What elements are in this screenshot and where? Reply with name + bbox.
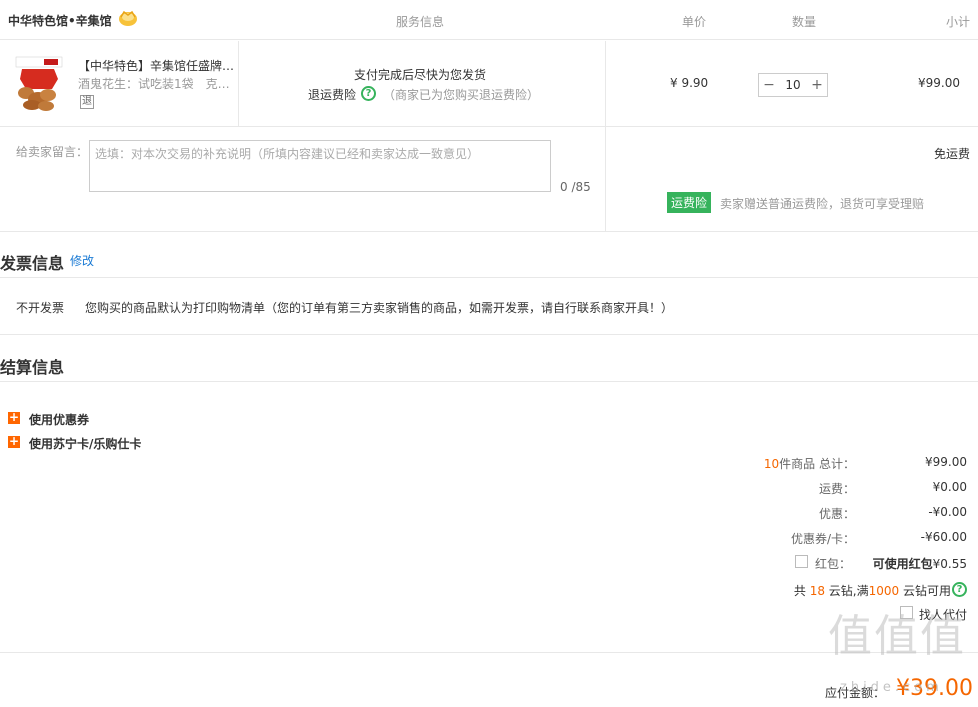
store-badge-icon	[119, 10, 137, 26]
shipping-fee-label: 运费：	[818, 482, 855, 496]
redpack-amount: ¥0.55	[932, 557, 967, 571]
shipping-insurance-tag: 运费险	[667, 192, 712, 213]
qty-minus-button[interactable]: −	[759, 74, 779, 96]
diamond-info: 共 18 云钻,满1000 云钻可用	[700, 582, 951, 599]
diamond-prefix: 共	[793, 584, 810, 598]
divider	[0, 334, 978, 335]
use-coupon-option[interactable]: 使用优惠券	[29, 411, 89, 428]
diamond-suffix: 云钻可用	[899, 584, 951, 598]
message-char-count: 0 /85	[560, 180, 591, 194]
divider	[238, 41, 239, 127]
item-subtotal: ¥99.00	[918, 76, 960, 90]
redpack-value: 可使用红包¥0.55	[867, 555, 967, 572]
product-title-link[interactable]: 【中华特色】辛集馆任盛牌…	[78, 57, 234, 74]
use-card-option[interactable]: 使用苏宁卡/乐购仕卡	[29, 435, 141, 452]
column-header-service: 服务信息	[396, 15, 445, 29]
store-name[interactable]: 中华特色馆•辛集馆	[8, 12, 112, 29]
return-tag: 退	[80, 95, 94, 109]
store-header-row	[0, 0, 978, 40]
coupon-label: 优惠券/卡：	[790, 532, 855, 546]
invoice-type: 不开发票	[16, 301, 65, 315]
qty-plus-button[interactable]: +	[807, 74, 827, 96]
column-header-price: 单价	[682, 15, 707, 29]
redpack-label: 红包：	[815, 557, 852, 571]
diamond-minimum: 1000	[868, 584, 900, 598]
return-insurance-label: 退运费险	[308, 88, 357, 102]
shipping-insurance-note: 卖家赠送普通运费险，退货可享受理赔	[720, 197, 925, 211]
coupon-value: -¥60.00	[920, 530, 967, 544]
quantity-stepper: − 10 +	[758, 73, 828, 97]
expand-plus-icon[interactable]: +	[8, 411, 20, 424]
discount-label: 优惠：	[818, 507, 855, 521]
redpack-available-label: 可使用红包	[872, 557, 933, 571]
qty-input[interactable]: 10	[779, 74, 807, 96]
discount-value: -¥0.00	[928, 505, 967, 519]
free-shipping-label: 免运费	[934, 147, 971, 161]
diamond-middle: 云钻,满	[824, 584, 869, 598]
invoice-edit-link[interactable]: 修改	[70, 252, 94, 269]
watermark: 值值值	[828, 611, 966, 662]
invoice-description: 您购买的商品默认为打印购物清单（您的订单有第三方卖家销售的商品，如需开发票，请自…	[85, 301, 674, 315]
item-count-suffix: 件商品 总计：	[779, 457, 855, 471]
diamond-count: 18	[809, 584, 825, 598]
return-insurance-note: （商家已为您购买退运费险）	[383, 88, 540, 102]
divider	[0, 231, 978, 232]
invoice-section-title: 发票信息	[0, 254, 65, 273]
help-icon[interactable]: ?	[361, 86, 376, 101]
divider	[0, 381, 978, 382]
unit-price: ¥ 9.90	[670, 76, 709, 90]
divider	[0, 277, 978, 278]
item-count-label: 10件商品 总计：	[655, 455, 855, 472]
item-count: 10	[763, 457, 780, 471]
column-header-quantity: 数量	[792, 15, 817, 29]
watermark-url: zhide.com	[840, 680, 943, 695]
settlement-section-title: 结算信息	[0, 358, 65, 377]
shipping-promise: 支付完成后尽快为您发货	[354, 68, 487, 82]
redpack-checkbox[interactable]	[795, 555, 808, 568]
expand-plus-icon[interactable]: +	[8, 435, 20, 448]
divider	[605, 41, 606, 231]
product-spec: 酒鬼花生：试吃装1袋 克…	[78, 77, 230, 91]
seller-message-input[interactable]: 选填：对本次交易的补充说明（所填内容建议已经和卖家达成一致意见）	[89, 140, 551, 192]
product-thumbnail[interactable]	[12, 55, 68, 113]
help-icon[interactable]: ?	[952, 582, 967, 597]
shipping-fee-value: ¥0.00	[932, 480, 967, 494]
column-header-subtotal: 小计	[946, 15, 971, 29]
total-value: ¥99.00	[925, 455, 967, 469]
message-label: 给卖家留言：	[16, 145, 89, 159]
